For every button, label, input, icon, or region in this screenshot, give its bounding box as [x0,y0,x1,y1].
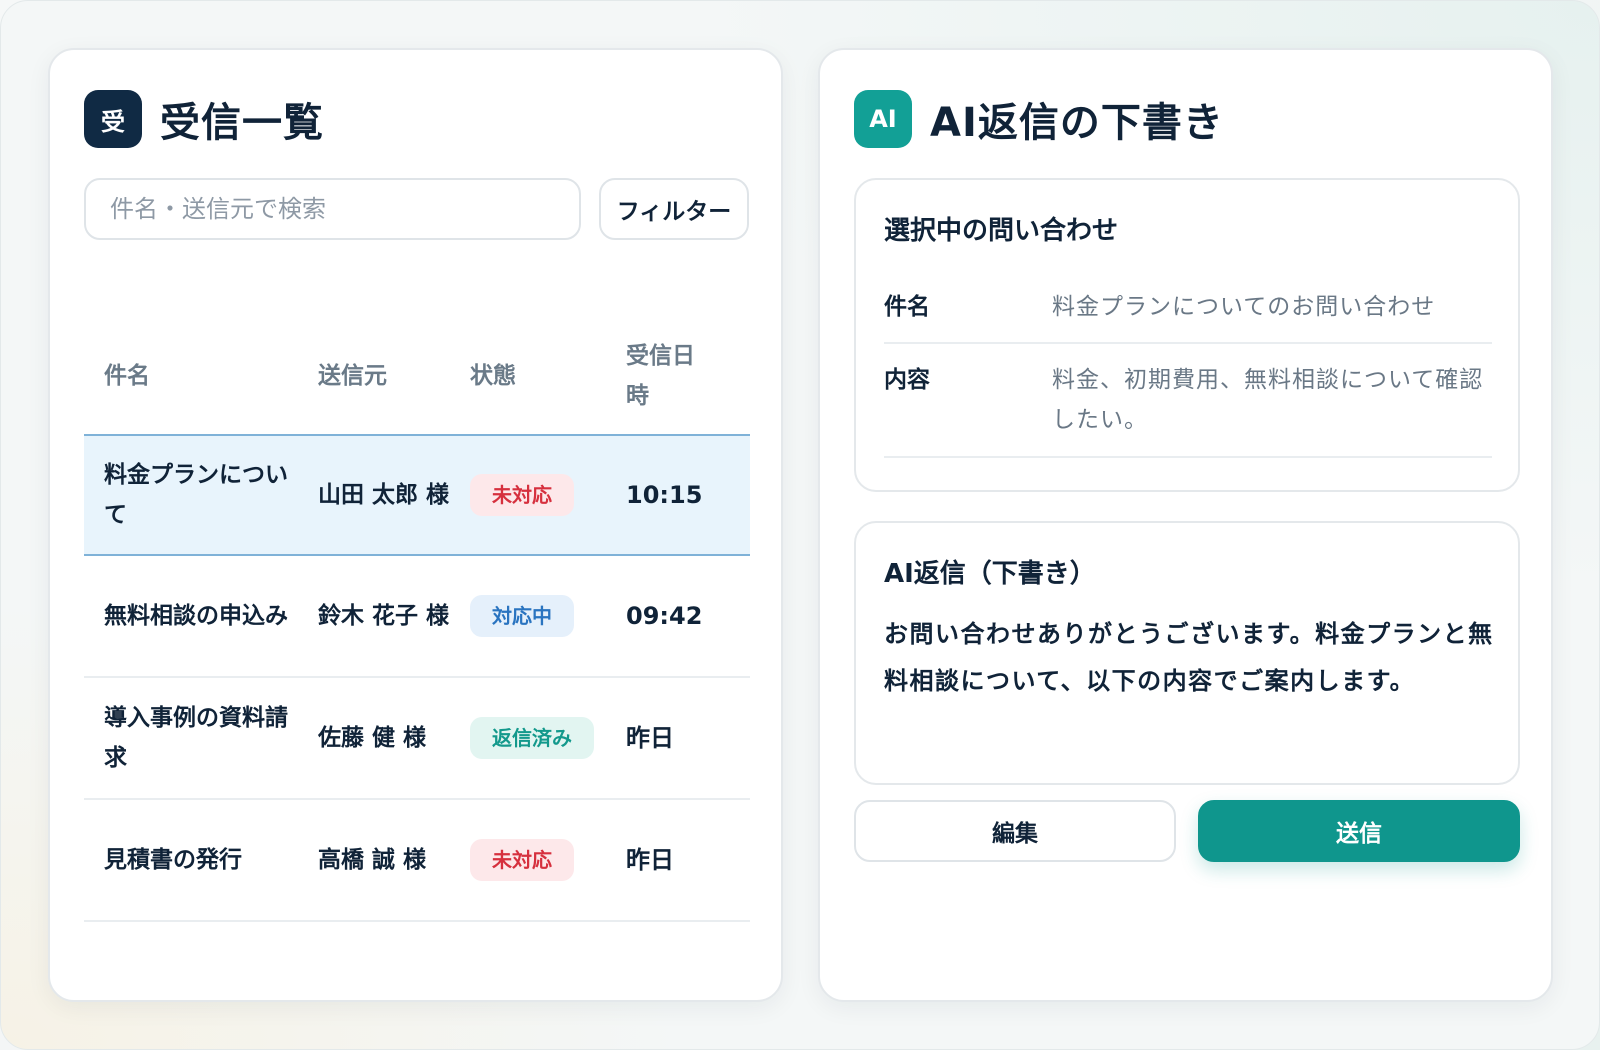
row-sender: 高橋 誠 様 [318,847,427,873]
inbox-header: 受 受信一覧 [84,90,324,148]
inquiry-subject-value: 料金プランについてのお問い合わせ [1052,294,1436,320]
inquiry-subject-label: 件名 [884,294,930,320]
table-row[interactable]: 無料相談の申込み 鈴木 花子 様 対応中 09:42 [84,556,750,678]
reply-card-title: AI返信（下書き） [884,559,1096,589]
inbox-icon-text: 受 [101,107,125,136]
inbox-title: 受信一覧 [160,100,324,146]
row-time: 10:15 [626,481,703,509]
search-row: フィルター [84,178,750,240]
row-subject: 無料相談の申込み [104,603,288,629]
search-input[interactable] [84,178,581,240]
row-status-cell: 返信済み [454,717,614,759]
draft-title: AI返信の下書き [930,100,1224,146]
row-subject: 導入事例の資料請求 [104,705,288,771]
row-status-cell: 未対応 [454,839,614,881]
draft-actions: 編集 送信 [854,800,1520,862]
row-sender: 鈴木 花子 様 [318,603,450,629]
row-status-cell: 対応中 [454,595,614,637]
table-header: 件名 送信元 状態 受信日時 [84,318,750,434]
row-status-cell: 未対応 [454,474,614,516]
table-row[interactable]: 見積書の発行 高橋 誠 様 未対応 昨日 [84,800,750,922]
inquiry-content-label: 内容 [884,367,930,393]
edit-button[interactable]: 編集 [854,800,1176,862]
selected-inquiry-card: 選択中の問い合わせ 件名 料金プランについてのお問い合わせ 内容 料金、初期費用… [854,178,1520,492]
send-button[interactable]: 送信 [1198,800,1520,862]
inbox-table: 件名 送信元 状態 受信日時 料金プランについて 山田 太郎 様 未対応 10:… [84,318,750,922]
row-time: 09:42 [626,602,703,630]
inquiry-content-value: 料金、初期費用、無料相談について確認したい。 [1052,367,1484,433]
column-header-sender[interactable]: 送信元 [302,356,454,396]
status-badge: 返信済み [470,717,594,759]
column-header-received[interactable]: 受信日時 [614,336,714,416]
ai-icon-text: AI [869,105,897,133]
draft-panel: AI AI返信の下書き 選択中の問い合わせ 件名 料金プランについてのお問い合わ… [818,48,1553,1002]
ai-reply-card: AI返信（下書き） お問い合わせありがとうございます。料金プランと無料相談につい… [854,521,1520,785]
row-subject: 見積書の発行 [104,847,242,873]
ai-icon: AI [854,90,912,148]
status-badge: 未対応 [470,474,574,516]
inquiry-content-row: 内容 料金、初期費用、無料相談について確認したい。 [884,344,1492,458]
inbox-icon: 受 [84,90,142,148]
inquiry-subject-row: 件名 料金プランについてのお問い合わせ [884,272,1492,344]
draft-header: AI AI返信の下書き [854,90,1224,148]
table-row[interactable]: 料金プランについて 山田 太郎 様 未対応 10:15 [84,434,750,556]
row-subject: 料金プランについて [104,462,288,528]
inbox-panel: 受 受信一覧 フィルター 件名 送信元 状態 受信日時 料金プランについて 山田… [48,48,783,1002]
status-badge: 未対応 [470,839,574,881]
column-header-status[interactable]: 状態 [454,356,614,396]
filter-button[interactable]: フィルター [599,178,749,240]
reply-body[interactable]: お問い合わせありがとうございます。料金プランと無料相談について、以下の内容でご案… [884,611,1494,705]
table-row[interactable]: 導入事例の資料請求 佐藤 健 様 返信済み 昨日 [84,678,750,800]
column-header-subject[interactable]: 件名 [84,356,302,396]
row-time: 昨日 [626,724,674,752]
row-time: 昨日 [626,846,674,874]
status-badge: 対応中 [470,595,574,637]
row-sender: 山田 太郎 様 [318,482,450,508]
inquiry-card-title: 選択中の問い合わせ [884,216,1119,246]
row-sender: 佐藤 健 様 [318,725,427,751]
